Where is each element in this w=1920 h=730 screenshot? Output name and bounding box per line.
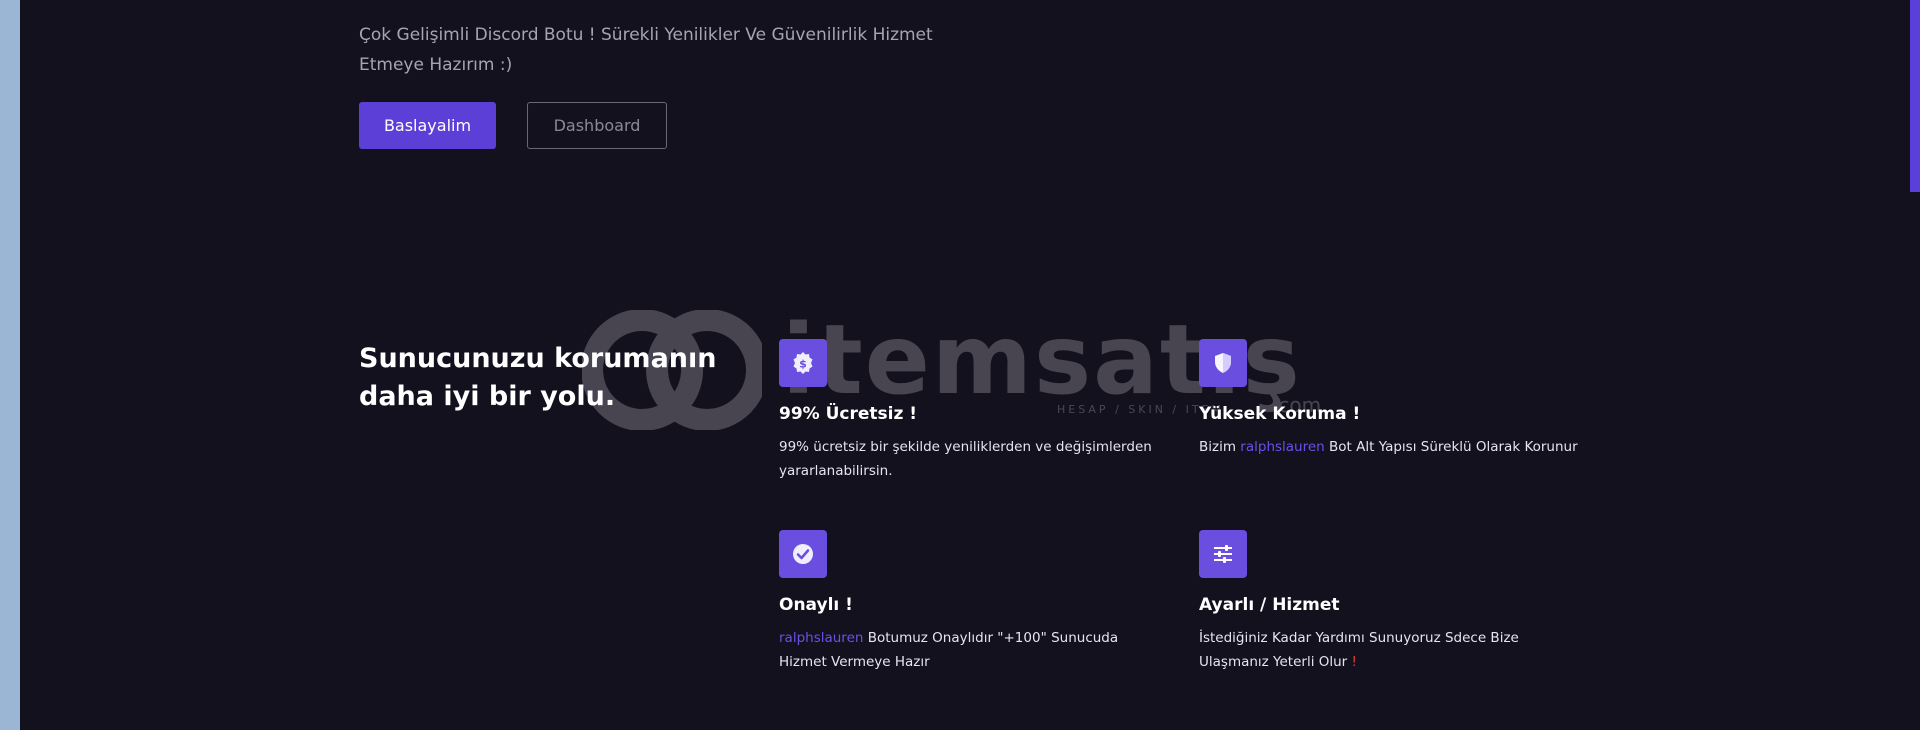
feature-settings-desc-exclaim: ! [1351, 654, 1357, 670]
feature-protection: Yüksek Koruma ! Bizim ralphslauren Bot A… [1199, 339, 1579, 459]
features-title: Sunucunuzu korumanın daha iyi bir yolu. [359, 343, 717, 412]
browser-left-edge [0, 0, 20, 730]
feature-settings-desc-pre: İstediğiniz Kadar Yardımı Sunuyoruz Sdec… [1199, 630, 1519, 670]
bot-name-link[interactable]: ralphslauren [779, 630, 863, 646]
svg-text:$: $ [799, 358, 807, 371]
shield-icon [1199, 339, 1247, 387]
sliders-icon [1199, 530, 1247, 578]
dollar-icon: $ [779, 339, 827, 387]
start-button[interactable]: Baslayalim [359, 102, 496, 149]
feature-protection-desc-pre: Bizim [1199, 439, 1241, 455]
feature-verified: Onaylı ! ralphslauren Botumuz Onaylıdır … [779, 530, 1159, 674]
feature-settings-description: İstediğiniz Kadar Yardımı Sunuyoruz Sdec… [1199, 626, 1579, 674]
feature-free-description: 99% ücretsiz bir şekilde yeniliklerden v… [779, 439, 1152, 479]
feature-settings-title: Ayarlı / Hizmet [1199, 595, 1340, 615]
feature-verified-description: ralphslauren Botumuz Onaylıdır "+100" Su… [779, 626, 1159, 674]
hero-description: Çok Gelişimli Discord Botu ! Sürekli Yen… [359, 25, 933, 75]
feature-protection-description: Bizim ralphslauren Bot Alt Yapısı Sürekl… [1199, 435, 1579, 459]
feature-settings: Ayarlı / Hizmet İstediğiniz Kadar Yardım… [1199, 530, 1579, 674]
feature-verified-title: Onaylı ! [779, 595, 853, 615]
feature-protection-title: Yüksek Koruma ! [1199, 404, 1361, 424]
bot-name-link[interactable]: ralphslauren [1240, 439, 1324, 455]
feature-free-title: 99% Ücretsiz ! [779, 404, 918, 424]
scrollbar-thumb[interactable] [1910, 0, 1920, 192]
check-icon [779, 530, 827, 578]
feature-protection-desc-post: Bot Alt Yapısı Süreklü Olarak Korunur [1324, 439, 1578, 455]
dashboard-button[interactable]: Dashboard [527, 102, 667, 149]
feature-free: $ 99% Ücretsiz ! 99% ücretsiz bir şekild… [779, 339, 1159, 483]
